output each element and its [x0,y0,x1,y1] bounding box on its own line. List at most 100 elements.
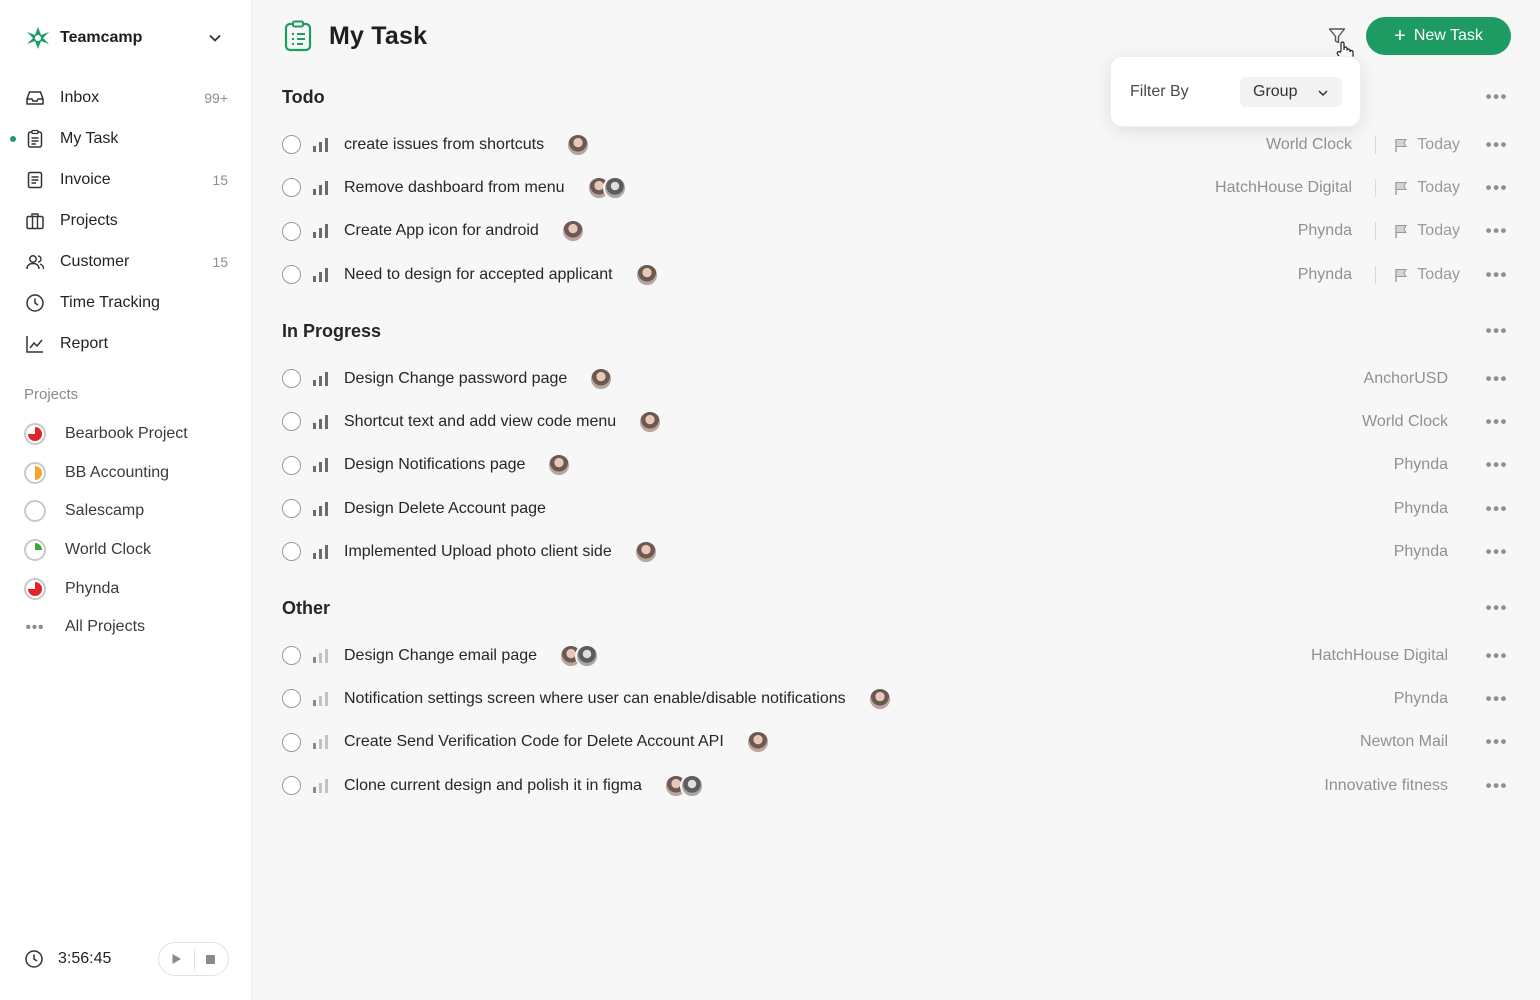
task-row[interactable]: Need to design for accepted applicant Ph… [282,253,1510,296]
task-checkbox[interactable] [282,689,301,709]
assignees[interactable] [559,643,600,668]
assignees[interactable] [867,686,892,711]
due-date[interactable]: Today [1393,136,1460,154]
task-project[interactable]: HatchHouse Digital [1311,647,1448,665]
nav-item-inbox[interactable]: Inbox 99+ [0,77,252,118]
task-project[interactable]: Phynda [1394,500,1448,518]
task-row[interactable]: Shortcut text and add view code menu Wor… [282,400,1510,443]
task-project[interactable]: Phynda [1298,266,1352,284]
task-row[interactable]: Implemented Upload photo client side Phy… [282,530,1510,573]
assignees[interactable] [638,409,663,434]
all-projects-link[interactable]: ••• All Projects [0,608,252,647]
task-project[interactable]: AnchorUSD [1364,370,1448,388]
due-date[interactable]: Today [1393,266,1460,284]
assignees[interactable] [634,262,659,287]
project-item[interactable]: World Clock [0,531,252,570]
nav-item-time-tracking[interactable]: Time Tracking [0,282,252,323]
task-row[interactable]: Create Send Verification Code for Delete… [282,721,1510,764]
task-checkbox[interactable] [282,135,301,155]
task-name[interactable]: create issues from shortcuts [344,136,544,154]
task-project[interactable]: Innovative fitness [1324,777,1448,795]
task-row[interactable]: Design Notifications page Phynda ••• [282,444,1510,487]
project-item[interactable]: Bearbook Project [0,415,252,454]
task-name[interactable]: Design Change email page [344,647,537,665]
task-row[interactable]: Design Delete Account page Phynda ••• [282,487,1510,530]
workspace-switcher[interactable]: Teamcamp [24,24,228,52]
more-options-icon[interactable]: ••• [1486,542,1508,562]
more-options-icon[interactable]: ••• [1486,689,1508,709]
more-options-icon[interactable]: ••• [1486,776,1508,796]
task-checkbox[interactable] [282,412,301,432]
due-date[interactable]: Today [1393,179,1460,197]
project-item[interactable]: Salescamp [0,492,252,531]
task-row[interactable]: Design Change password page AnchorUSD ••… [282,357,1510,400]
assignees[interactable] [547,453,572,478]
task-checkbox[interactable] [282,369,301,389]
more-options-icon[interactable]: ••• [1486,265,1508,285]
more-options-icon[interactable]: ••• [1486,369,1508,389]
task-checkbox[interactable] [282,646,301,666]
task-project[interactable]: Phynda [1394,543,1448,561]
stop-icon[interactable] [198,946,224,972]
task-row[interactable]: create issues from shortcuts World Clock… [282,123,1510,166]
more-options-icon[interactable]: ••• [1486,87,1508,107]
task-project[interactable]: World Clock [1266,136,1352,154]
task-checkbox[interactable] [282,542,301,562]
task-row[interactable]: Remove dashboard from menu HatchHouse Di… [282,166,1510,209]
more-options-icon[interactable]: ••• [1486,646,1508,666]
task-project[interactable]: Newton Mail [1360,733,1448,751]
more-options-icon[interactable]: ••• [1486,499,1508,519]
more-options-icon[interactable]: ••• [1486,135,1508,155]
more-options-icon[interactable]: ••• [1486,598,1508,618]
more-options-icon[interactable]: ••• [1486,732,1508,752]
task-checkbox[interactable] [282,221,301,241]
task-checkbox[interactable] [282,455,301,475]
task-name[interactable]: Design Change password page [344,370,567,388]
task-project[interactable]: World Clock [1362,413,1448,431]
assignees[interactable] [566,132,591,157]
filter-group-select[interactable]: Group [1240,77,1342,107]
more-options-icon[interactable]: ••• [1486,178,1508,198]
task-project[interactable]: HatchHouse Digital [1215,179,1352,197]
task-project[interactable]: Phynda [1394,456,1448,474]
new-task-button[interactable]: + New Task [1366,17,1511,55]
assignees[interactable] [589,366,614,391]
project-item[interactable]: BB Accounting [0,454,252,493]
task-name[interactable]: Need to design for accepted applicant [344,266,613,284]
nav-item-report[interactable]: Report [0,323,252,364]
assignees[interactable] [586,175,627,200]
task-checkbox[interactable] [282,499,301,519]
assignees[interactable] [560,219,585,244]
task-name[interactable]: Create Send Verification Code for Delete… [344,733,724,751]
task-name[interactable]: Design Notifications page [344,456,525,474]
task-name[interactable]: Implemented Upload photo client side [344,543,612,561]
task-name[interactable]: Shortcut text and add view code menu [344,413,616,431]
due-date[interactable]: Today [1393,222,1460,240]
task-name[interactable]: Design Delete Account page [344,500,546,518]
nav-item-projects[interactable]: Projects [0,200,252,241]
more-options-icon[interactable]: ••• [1486,412,1508,432]
chevron-down-icon[interactable] [208,31,222,45]
assignees[interactable] [745,730,770,755]
more-options-icon[interactable]: ••• [1486,455,1508,475]
assignees[interactable] [633,539,658,564]
nav-item-invoice[interactable]: Invoice 15 [0,159,252,200]
play-icon[interactable] [163,946,189,972]
more-options-icon[interactable]: ••• [1486,221,1508,241]
task-checkbox[interactable] [282,732,301,752]
task-row[interactable]: Notification settings screen where user … [282,677,1510,720]
project-item[interactable]: Phynda [0,569,252,608]
task-checkbox[interactable] [282,776,301,796]
assignees[interactable] [663,773,704,798]
task-name[interactable]: Create App icon for android [344,222,539,240]
task-checkbox[interactable] [282,178,301,198]
nav-item-customer[interactable]: Customer 15 [0,241,252,282]
task-checkbox[interactable] [282,265,301,285]
task-name[interactable]: Notification settings screen where user … [344,690,846,708]
more-options-icon[interactable]: ••• [1486,321,1508,341]
task-name[interactable]: Remove dashboard from menu [344,179,565,197]
task-row[interactable]: Create App icon for android Phynda Today… [282,210,1510,253]
task-row[interactable]: Clone current design and polish it in fi… [282,764,1510,807]
task-project[interactable]: Phynda [1394,690,1448,708]
task-row[interactable]: Design Change email page HatchHouse Digi… [282,634,1510,677]
